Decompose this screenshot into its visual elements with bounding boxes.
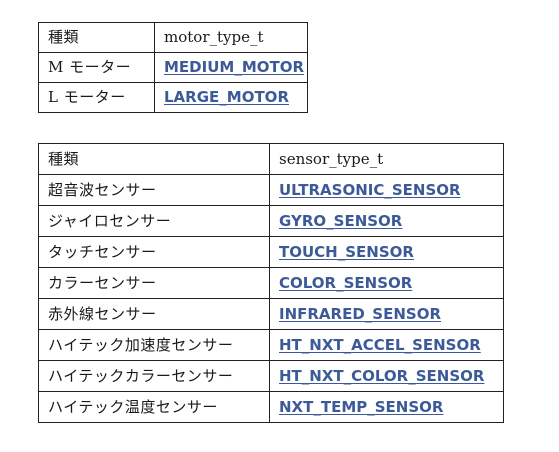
table-row: 超音波センサー ULTRASONIC_SENSOR <box>38 174 504 206</box>
row-label: ハイテックカラーセンサー <box>38 360 270 392</box>
row-label: L モーター <box>38 82 155 113</box>
enum-link-ht-nxt-color-sensor[interactable]: HT_NXT_COLOR_SENSOR <box>279 367 484 385</box>
motor-type-table: 種類 motor_type_t M モーター MEDIUM_MOTOR L モー… <box>38 22 308 113</box>
row-value-cell: NXT_TEMP_SENSOR <box>269 391 504 423</box>
row-label: M モーター <box>38 52 155 83</box>
table-row: ハイテックカラーセンサー HT_NXT_COLOR_SENSOR <box>38 360 504 392</box>
row-value-cell: HT_NXT_ACCEL_SENSOR <box>269 329 504 361</box>
header-type: sensor_type_t <box>269 143 504 175</box>
table-row: ジャイロセンサー GYRO_SENSOR <box>38 205 504 237</box>
sensor-type-table: 種類 sensor_type_t 超音波センサー ULTRASONIC_SENS… <box>38 143 504 423</box>
row-label: ハイテック温度センサー <box>38 391 270 423</box>
table-header-row: 種類 motor_type_t <box>38 22 308 53</box>
table-row: ハイテック加速度センサー HT_NXT_ACCEL_SENSOR <box>38 329 504 361</box>
table-row: ハイテック温度センサー NXT_TEMP_SENSOR <box>38 391 504 423</box>
table-header-row: 種類 sensor_type_t <box>38 143 504 175</box>
row-label: 赤外線センサー <box>38 298 270 330</box>
table-row: カラーセンサー COLOR_SENSOR <box>38 267 504 299</box>
row-value-cell: INFRARED_SENSOR <box>269 298 504 330</box>
row-value-cell: HT_NXT_COLOR_SENSOR <box>269 360 504 392</box>
table-row: タッチセンサー TOUCH_SENSOR <box>38 236 504 268</box>
row-label: ジャイロセンサー <box>38 205 270 237</box>
enum-link-color-sensor[interactable]: COLOR_SENSOR <box>279 274 412 292</box>
row-value-cell: MEDIUM_MOTOR <box>154 52 308 83</box>
row-label: ハイテック加速度センサー <box>38 329 270 361</box>
row-value-cell: TOUCH_SENSOR <box>269 236 504 268</box>
enum-link-ht-nxt-accel-sensor[interactable]: HT_NXT_ACCEL_SENSOR <box>279 336 481 354</box>
enum-link-gyro-sensor[interactable]: GYRO_SENSOR <box>279 212 402 230</box>
header-type: motor_type_t <box>154 22 308 53</box>
enum-link-large-motor[interactable]: LARGE_MOTOR <box>164 88 289 106</box>
enum-link-medium-motor[interactable]: MEDIUM_MOTOR <box>164 58 304 76</box>
table-row: L モーター LARGE_MOTOR <box>38 82 308 113</box>
row-value-cell: LARGE_MOTOR <box>154 82 308 113</box>
row-value-cell: ULTRASONIC_SENSOR <box>269 174 504 206</box>
row-label: カラーセンサー <box>38 267 270 299</box>
enum-link-infrared-sensor[interactable]: INFRARED_SENSOR <box>279 305 441 323</box>
table-row: 赤外線センサー INFRARED_SENSOR <box>38 298 504 330</box>
enum-link-nxt-temp-sensor[interactable]: NXT_TEMP_SENSOR <box>279 398 443 416</box>
header-kind: 種類 <box>38 22 155 53</box>
enum-link-ultrasonic-sensor[interactable]: ULTRASONIC_SENSOR <box>279 181 461 199</box>
row-value-cell: GYRO_SENSOR <box>269 205 504 237</box>
row-label: タッチセンサー <box>38 236 270 268</box>
table-row: M モーター MEDIUM_MOTOR <box>38 52 308 83</box>
header-kind: 種類 <box>38 143 270 175</box>
row-value-cell: COLOR_SENSOR <box>269 267 504 299</box>
enum-link-touch-sensor[interactable]: TOUCH_SENSOR <box>279 243 414 261</box>
row-label: 超音波センサー <box>38 174 270 206</box>
